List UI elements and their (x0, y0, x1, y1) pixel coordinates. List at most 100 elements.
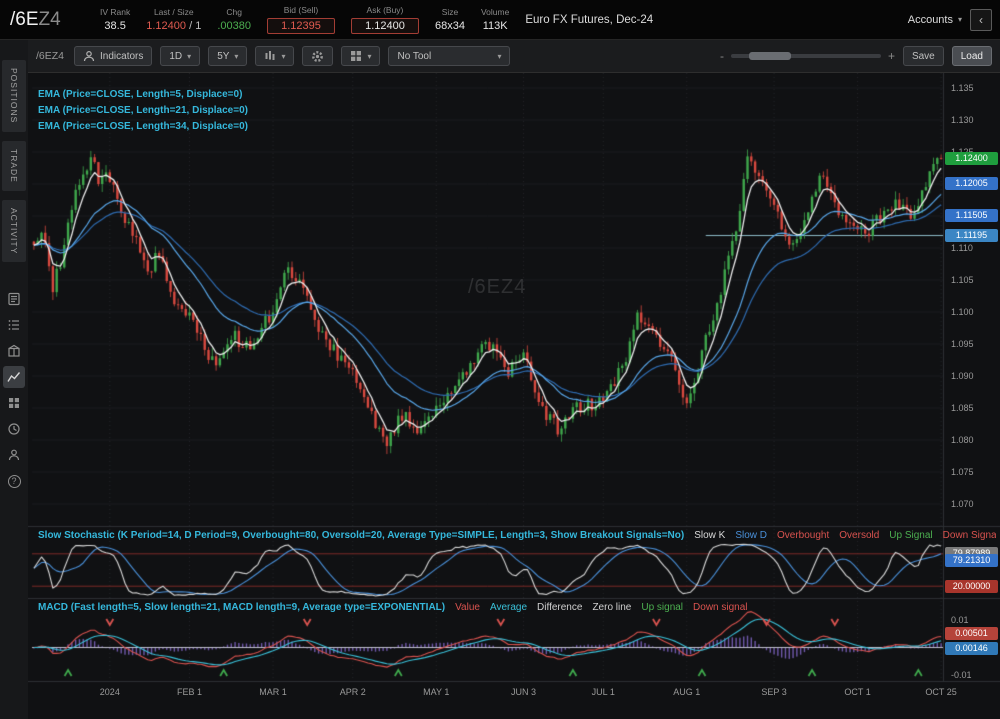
indicators-label: Indicators (100, 51, 143, 62)
chevron-down-icon: ▾ (281, 52, 285, 61)
timeframe-dropdown[interactable]: 1D ▾ (160, 46, 200, 66)
drawing-tool-dropdown[interactable]: No Tool ▾ (388, 46, 510, 66)
legend-down-signal: Down signal (693, 602, 747, 613)
bid-button[interactable]: 1.12395 (267, 18, 335, 34)
last-size: / 1 (189, 20, 201, 32)
symbol-suffix: Z4 (39, 9, 61, 30)
gear-icon (311, 50, 324, 63)
collapse-panel-button[interactable]: ‹ (970, 9, 992, 31)
drawing-tool-value: No Tool (397, 51, 431, 62)
chart-symbol-label: /6EZ4 (36, 50, 64, 62)
help-icon[interactable]: ? (3, 470, 25, 492)
tab-activity[interactable]: ACTIVITY (2, 200, 26, 262)
ask-group: Ask (Buy) 1.12400 (351, 5, 419, 34)
chevron-down-icon: ▾ (187, 52, 191, 61)
bid-label: Bid (Sell) (284, 5, 318, 15)
follow-icon[interactable] (3, 444, 25, 466)
ema-legend-item: EMA (Price=CLOSE, Length=5, Displace=0) (38, 89, 248, 100)
chg-value: .00380 (217, 20, 251, 32)
time-axis[interactable]: 2024FEB 1MAR 1APR 2MAY 1JUN 3JUL 1AUG 1S… (28, 682, 1000, 706)
save-button[interactable]: Save (903, 46, 944, 66)
last-price: 1.12400 (146, 20, 186, 32)
time-axis-label: JUL 1 (581, 687, 625, 697)
packages-icon[interactable] (3, 340, 25, 362)
macd-legend: MACD (Fast length=5, Slow length=21, MAC… (38, 602, 996, 613)
legend-slow-d: Slow D (735, 530, 767, 541)
ema-legend: EMA (Price=CLOSE, Length=5, Displace=0) … (38, 89, 248, 132)
tab-trade[interactable]: TRADE (2, 141, 26, 191)
legend-average: Average (490, 602, 527, 613)
chart-type-dropdown[interactable]: ▾ (255, 46, 294, 66)
person-icon (83, 50, 95, 62)
ask-button[interactable]: 1.12400 (351, 18, 419, 34)
sidebar-icons: ? (3, 288, 25, 496)
zoom-in-button[interactable]: + (888, 49, 895, 63)
chart-area: EMA (Price=CLOSE, Length=5, Displace=0) … (28, 73, 1000, 719)
chart-canvas[interactable] (28, 73, 1000, 719)
time-axis-label: AUG 1 (665, 687, 709, 697)
stochastic-title: Slow Stochastic (K Period=14, D Period=9… (38, 530, 684, 541)
range-dropdown[interactable]: 5Y ▾ (208, 46, 247, 66)
macd-badge: 0.00501 (945, 627, 998, 640)
price-badge: 1.11505 (945, 209, 998, 222)
header-symbol: /6EZ4 (10, 9, 84, 31)
chevron-down-icon: ▾ (958, 15, 962, 24)
layout-grid-dropdown[interactable]: ▾ (341, 46, 380, 66)
header: /6EZ4 IV Rank 38.5 Last / Size 1.12400 /… (0, 0, 1000, 40)
legend-up-signal: Up signal (641, 602, 683, 613)
volume-value: 113K (483, 20, 508, 32)
price-badge: 1.12400 (945, 152, 998, 165)
watchlist-icon[interactable] (3, 314, 25, 336)
iv-rank-label: IV Rank (100, 7, 130, 17)
legend-zero-line: Zero line (592, 602, 631, 613)
chart-settings-button[interactable] (302, 46, 333, 66)
range-value: 5Y (217, 51, 229, 62)
chevron-down-icon: ▾ (497, 52, 501, 61)
price-axis-label: 1.070 (951, 499, 974, 509)
legend-slow-k: Slow K (694, 530, 725, 541)
header-right: Accounts ▾ ‹ (908, 9, 992, 31)
legend-difference: Difference (537, 602, 582, 613)
time-axis-label: 2024 (88, 687, 132, 697)
stoch-badge: 20.00000 (945, 580, 998, 593)
chart-watermark: /6EZ4 (468, 276, 526, 299)
volume-label: Volume (481, 7, 509, 17)
stoch-badge: 79.21310 (945, 554, 998, 567)
time-axis-label: MAR 1 (251, 687, 295, 697)
price-axis-label: 1.130 (951, 115, 974, 125)
chevron-down-icon: ▾ (367, 52, 371, 61)
ema-legend-item: EMA (Price=CLOSE, Length=34, Displace=0) (38, 121, 248, 132)
price-badge: 1.11195 (945, 229, 998, 242)
candle-chart-icon (264, 50, 276, 62)
price-axis-label: 1.095 (951, 339, 974, 349)
macd-axis-label: 0.01 (951, 615, 969, 625)
iv-rank-value: 38.5 (104, 20, 125, 32)
last-size-label: Last / Size (154, 7, 194, 17)
zoom-out-button[interactable]: - (720, 49, 724, 63)
size-value: 68x34 (435, 20, 465, 32)
chart-icon[interactable] (3, 366, 25, 388)
price-axis-label: 1.090 (951, 371, 974, 381)
legend-down-signal: Down Signal (943, 530, 996, 541)
zoom-slider-handle[interactable] (749, 52, 791, 60)
timeframe-value: 1D (169, 51, 182, 62)
news-icon[interactable] (3, 288, 25, 310)
ask-label: Ask (Buy) (367, 5, 404, 15)
time-axis-label: OCT 1 (836, 687, 880, 697)
legend-up-signal: Up Signal (889, 530, 932, 541)
price-badge: 1.12005 (945, 177, 998, 190)
chart-toolbar: /6EZ4 Indicators 1D ▾ 5Y ▾ ▾ ▾ No Tool ▾ (28, 40, 1000, 73)
zoom-slider[interactable] (731, 54, 881, 58)
volume-group: Volume 113K (481, 7, 509, 32)
history-icon[interactable] (3, 418, 25, 440)
load-button[interactable]: Load (952, 46, 992, 66)
last-size-group: Last / Size 1.12400 / 1 (146, 7, 201, 32)
indicators-button[interactable]: Indicators (74, 46, 152, 66)
price-axis[interactable]: 1.1351.1301.1251.1201.1151.1101.1051.100… (943, 73, 1000, 719)
tab-positions[interactable]: POSITIONS (2, 60, 26, 132)
zoom-control: - + (720, 49, 895, 63)
ema-legend-item: EMA (Price=CLOSE, Length=21, Displace=0) (38, 105, 248, 116)
size-group: Size 68x34 (435, 7, 465, 32)
accounts-dropdown[interactable]: Accounts ▾ (908, 14, 962, 26)
grid-icon[interactable] (3, 392, 25, 414)
